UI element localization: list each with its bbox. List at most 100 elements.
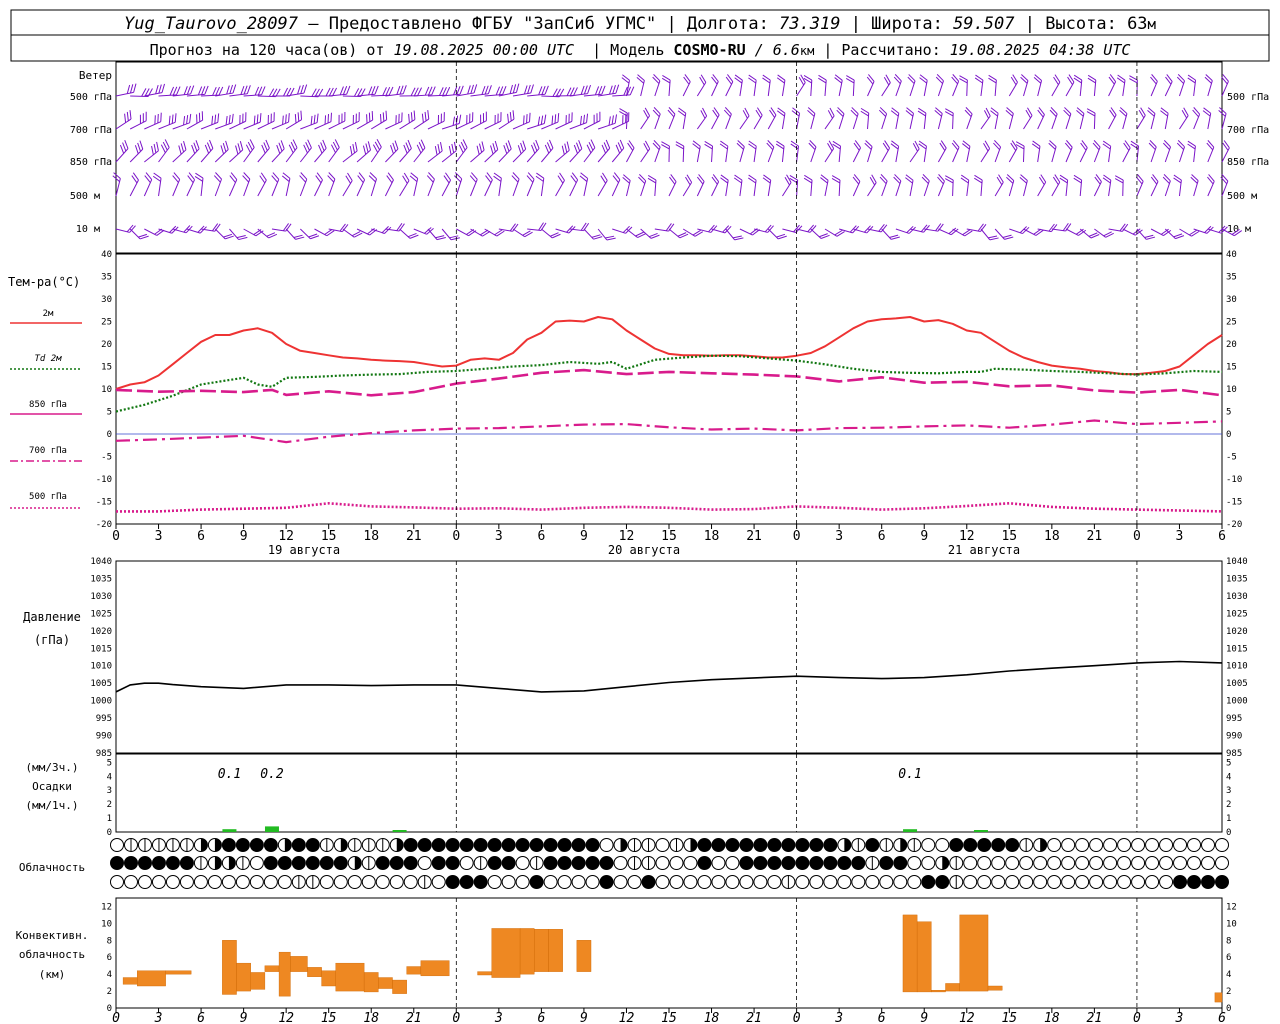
cloud-circle [263,856,278,870]
cloud-cover-symbol [207,875,222,889]
cloud-cover-symbol [613,875,628,889]
cloud-cover-symbol [921,875,936,889]
wind-level-label: 700 гПа [1227,125,1269,136]
pressure-tick-label-left: 1040 [90,557,112,567]
cloud-circle [795,875,810,889]
convective-cloud-bar [491,928,521,978]
cloud-circle [921,875,936,889]
cloud-cover-symbol [151,875,166,889]
cloud-cover-symbol [1005,856,1020,870]
cloud-cover-symbol [137,856,152,870]
cloud-circle [725,838,740,852]
convective-cloud-bar [576,940,592,972]
cloud-circle [627,875,642,889]
time-tick-label: 6 [1218,1011,1226,1024]
cloud-cover-symbol [389,838,404,852]
pressure-tick-label-right: 1000 [1226,697,1248,707]
cloud-cover-symbol [487,838,502,852]
cloud-circle [711,856,726,870]
cloud-cover-symbol [403,875,418,889]
cloud-cover-symbol [193,838,208,852]
convective-cloud-bar [945,983,960,992]
day-label: 21 августа [948,543,1020,557]
convective-tick-label-right: 10 [1226,919,1237,929]
cloud-cover-symbol [1145,856,1160,870]
time-tick-label: 21 [1087,529,1103,544]
cloud-circle [1201,875,1216,889]
cloud-circle [781,838,796,852]
wind-barb-feather [256,114,259,124]
cloud-circle [529,875,544,889]
pressure-tick-label-left: 1005 [90,679,112,689]
cloud-cover-symbol [501,856,516,870]
cloud-cover-symbol [711,856,726,870]
cloud-cover-symbol [1103,856,1118,870]
time-tick-label: 15 [1001,1011,1017,1024]
wind-barb-feather [523,115,525,125]
convective-tick-label-left: 8 [107,936,112,946]
cloud-circle [1075,856,1090,870]
cloud-cover-symbol [655,838,670,852]
cloud-cover-symbol [1019,856,1034,870]
convective-tick-label-left: 4 [107,970,112,980]
temp-tick-label-right: 5 [1226,408,1231,418]
convective-cloud-bar [137,970,166,987]
convective-tick-label-right: 6 [1226,953,1231,963]
wind-barb-feather [385,110,388,120]
cloud-circle [277,875,292,889]
cloud-circle [123,875,138,889]
cloud-circle [417,838,432,852]
cloud-circle [487,856,502,870]
cloud-cover-symbol [1173,875,1188,889]
cloud-cover-symbol [459,838,474,852]
cloud-circle [963,875,978,889]
cloud-circle [921,838,936,852]
cloud-cover-symbol [613,856,628,870]
time-tick-label: 21 [406,1011,422,1024]
cloud-circle [823,856,838,870]
cloud-cover-symbol [375,856,390,870]
convective-cloud-bar [236,962,251,992]
cloud-circle [767,875,782,889]
cloud-cover-symbol [991,875,1006,889]
cloud-cover-symbol [1075,838,1090,852]
cloud-cover-symbol [1061,838,1076,852]
time-tick-label: 9 [580,529,588,544]
convective-cloud-bar [222,940,237,995]
cloud-cover-symbol [1159,838,1174,852]
convective-cloud-bar [165,970,192,975]
cloud-cover-symbol [501,838,516,852]
cloud-cover-symbol [431,838,446,852]
cloud-circle [347,875,362,889]
cloud-circle [585,875,600,889]
cloud-cover-symbol [1075,856,1090,870]
cloud-cover-symbol [865,875,880,889]
cloud-circle [963,838,978,852]
cloud-circle [991,856,1006,870]
cloud-cover-symbol [543,838,558,852]
precip-bar [973,830,988,832]
cloud-cover-symbol [851,856,866,870]
cloud-cover-symbol [543,856,558,870]
cloud-cover-symbol [557,875,572,889]
cloud-cover-symbol [641,856,656,870]
temp-tick-label-right: 0 [1226,430,1231,440]
cloud-circle [557,838,572,852]
time-tick-label: 3 [1176,529,1184,544]
cloud-circle [417,856,432,870]
cloud-cover-symbol [445,838,460,852]
cloud-circle [1131,856,1146,870]
wind-barb-feather [294,114,297,124]
cloud-circle [767,838,782,852]
cloud-cover-symbol [263,838,278,852]
cloud-cover-symbol [123,875,138,889]
cloud-cover-symbol [235,838,250,852]
cloud-circle [291,838,306,852]
precip-tick-label-right: 2 [1226,800,1231,810]
time-tick-label: 9 [240,1011,248,1024]
convective-tick-label-left: 6 [107,953,112,963]
cloud-circle [1187,875,1202,889]
cloud-circle [431,875,446,889]
cloud-circle [1103,875,1118,889]
cloud-cover-symbol [823,838,838,852]
